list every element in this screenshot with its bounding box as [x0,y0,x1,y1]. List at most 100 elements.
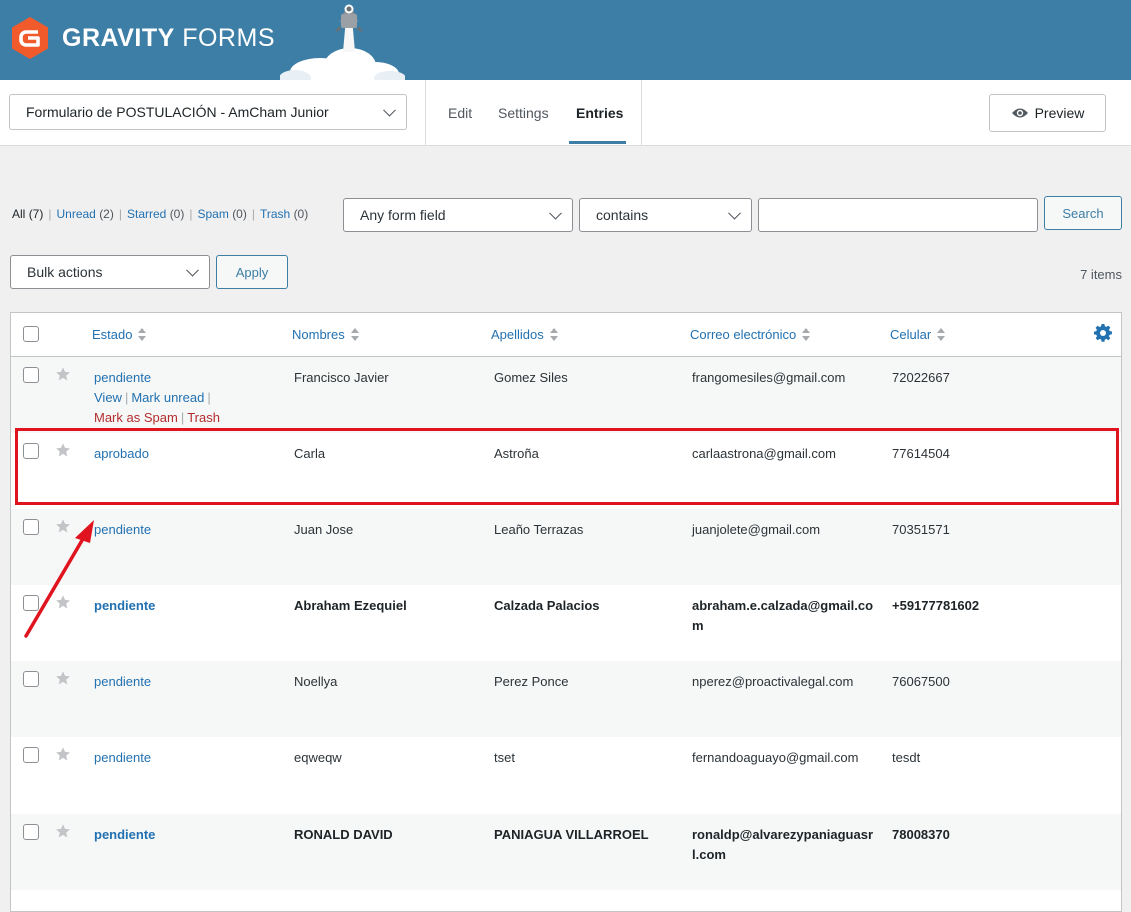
table-row[interactable]: pendiente Juan Jose Leaño Terrazas juanj… [11,509,1121,585]
gear-icon[interactable] [1093,323,1113,343]
form-switcher-value: Formulario de POSTULACIÓN - AmCham Junio… [26,104,329,120]
gravity-forms-logo: GRAVITY FORMS [10,16,275,60]
row-checkbox[interactable] [23,747,39,763]
entry-correo-line: ronaldp@alvarezypaniaguasr [692,827,874,842]
entries-table: Estado Nombres Apellidos Correo electrón… [10,312,1122,912]
entry-apellidos: tset [494,750,515,765]
trash-link[interactable]: Trash [187,410,220,425]
entry-nombres: RONALD DAVID [294,827,393,842]
entry-celular: 76067500 [892,674,950,689]
star-icon[interactable] [55,366,71,382]
table-row[interactable]: pendiente Noellya Perez Ponce nperez@pro… [11,661,1121,737]
entry-correo: abraham.e.calzada@gmail.co m [692,596,873,636]
brand-name-bold: GRAVITY [62,23,175,52]
entry-correo: fernandoaguayo@gmail.com [692,750,859,765]
search-operator-value: contains [596,207,649,223]
sort-icon [802,327,811,342]
red-arrow-annotation-icon [24,520,94,638]
entry-status-link[interactable]: pendiente [94,596,155,616]
column-correo-label: Correo electrónico [690,327,797,342]
form-switcher-select[interactable]: Formulario de POSTULACIÓN - AmCham Junio… [9,94,407,130]
form-header: Formulario de POSTULACIÓN - AmCham Junio… [0,80,1131,146]
row-checkbox[interactable] [23,671,39,687]
entry-celular: 78008370 [892,827,950,842]
tab-entries[interactable]: Entries [576,105,623,121]
preview-button[interactable]: Preview [989,94,1106,132]
view-link[interactable]: View [94,390,122,405]
table-row[interactable]: pendiente RONALD DAVID PANIAGUA VILLARRO… [11,814,1121,890]
brand-name: GRAVITY FORMS [62,24,275,53]
entry-correo-line: abraham.e.calzada@gmail.co [692,598,874,613]
filter-trash[interactable]: Trash (0) [260,207,308,221]
filter-unread[interactable]: Unread (2) [56,207,113,221]
entry-apellidos: Perez Ponce [494,674,569,689]
entry-status-link[interactable]: pendiente [94,748,151,768]
filter-spam-label: Spam [197,207,229,221]
entry-correo: nperez@proactivalegal.com [692,674,854,689]
apply-button[interactable]: Apply [216,255,288,289]
sort-icon [138,327,147,342]
chevron-down-icon [383,103,396,117]
row-checkbox[interactable] [23,367,39,383]
filter-starred-count: (0) [169,207,185,221]
search-button[interactable]: Search [1044,196,1122,230]
star-icon[interactable] [55,746,71,762]
entry-correo: ronaldp@alvarezypaniaguasr l.com [692,825,873,865]
bulk-actions-select[interactable]: Bulk actions [10,255,210,289]
entry-status-link[interactable]: pendiente [94,672,151,692]
column-nombres[interactable]: Nombres [292,327,360,342]
tab-edit[interactable]: Edit [448,105,472,121]
table-row[interactable]: pendiente eqweqw tset fernandoaguayo@gma… [11,737,1121,813]
column-estado-label: Estado [92,327,133,342]
chevron-down-icon [549,206,562,220]
filter-unread-label: Unread [56,207,96,221]
search-input[interactable] [758,198,1038,232]
star-icon[interactable] [55,670,71,686]
row-checkbox[interactable] [23,824,39,840]
filter-all[interactable]: All (7) [12,207,43,221]
highlight-box-annotation [15,428,1119,505]
column-correo[interactable]: Correo electrónico [690,327,811,342]
row-actions: View | Mark unread | Mark as Spam | Trash [94,390,220,425]
star-icon[interactable] [55,823,71,839]
filter-all-label: All [12,207,26,221]
sort-icon [350,327,360,342]
entry-apellidos: Gomez Siles [494,370,568,385]
gravity-forms-logo-icon [12,17,48,59]
filter-spam[interactable]: Spam (0) [197,207,246,221]
entry-status-link[interactable]: pendiente [94,520,151,540]
chevron-down-icon [728,206,741,220]
entry-celular: 72022667 [892,370,950,385]
column-estado[interactable]: Estado [92,327,147,342]
entry-filter-links: All (7) | Unread (2) | Starred (0) | Spam (0) |… [12,207,309,221]
entry-apellidos: PANIAGUA VILLARROEL [494,827,649,842]
entry-status-link[interactable]: pendiente [94,368,151,388]
column-celular[interactable]: Celular [890,327,946,342]
search-field-value: Any form field [360,207,446,223]
entry-correo: juanjolete@gmail.com [692,522,821,537]
active-tab-indicator [569,141,626,144]
header-divider [641,80,642,145]
preview-label: Preview [1034,105,1085,121]
mark-unread-link[interactable]: Mark unread [131,390,204,405]
table-row[interactable]: pendiente Francisco Javier Gomez Siles f… [11,357,1121,433]
select-all-checkbox[interactable] [23,326,39,342]
brand-bar: GRAVITY FORMS [0,0,1131,80]
search-operator-select[interactable]: contains [579,198,752,232]
bulk-actions-value: Bulk actions [27,264,103,280]
mark-spam-link[interactable]: Mark as Spam [94,410,178,425]
tab-settings[interactable]: Settings [498,105,549,121]
search-field-select[interactable]: Any form field [343,198,573,232]
entry-celular: tesdt [892,750,921,765]
table-row[interactable]: pendiente Abraham Ezequiel Calzada Palac… [11,585,1121,661]
entry-nombres: eqweqw [294,750,342,765]
entry-correo: frangomesiles@gmail.com [692,370,846,385]
entry-nombres: Juan Jose [294,522,354,537]
filter-starred[interactable]: Starred (0) [127,207,184,221]
filter-unread-count: (2) [99,207,114,221]
entry-correo-line: l.com [692,847,726,862]
filter-trash-label: Trash [259,207,291,221]
entry-status-link[interactable]: pendiente [94,825,155,845]
column-apellidos[interactable]: Apellidos [491,327,559,342]
entry-apellidos: Leaño Terrazas [494,522,584,537]
